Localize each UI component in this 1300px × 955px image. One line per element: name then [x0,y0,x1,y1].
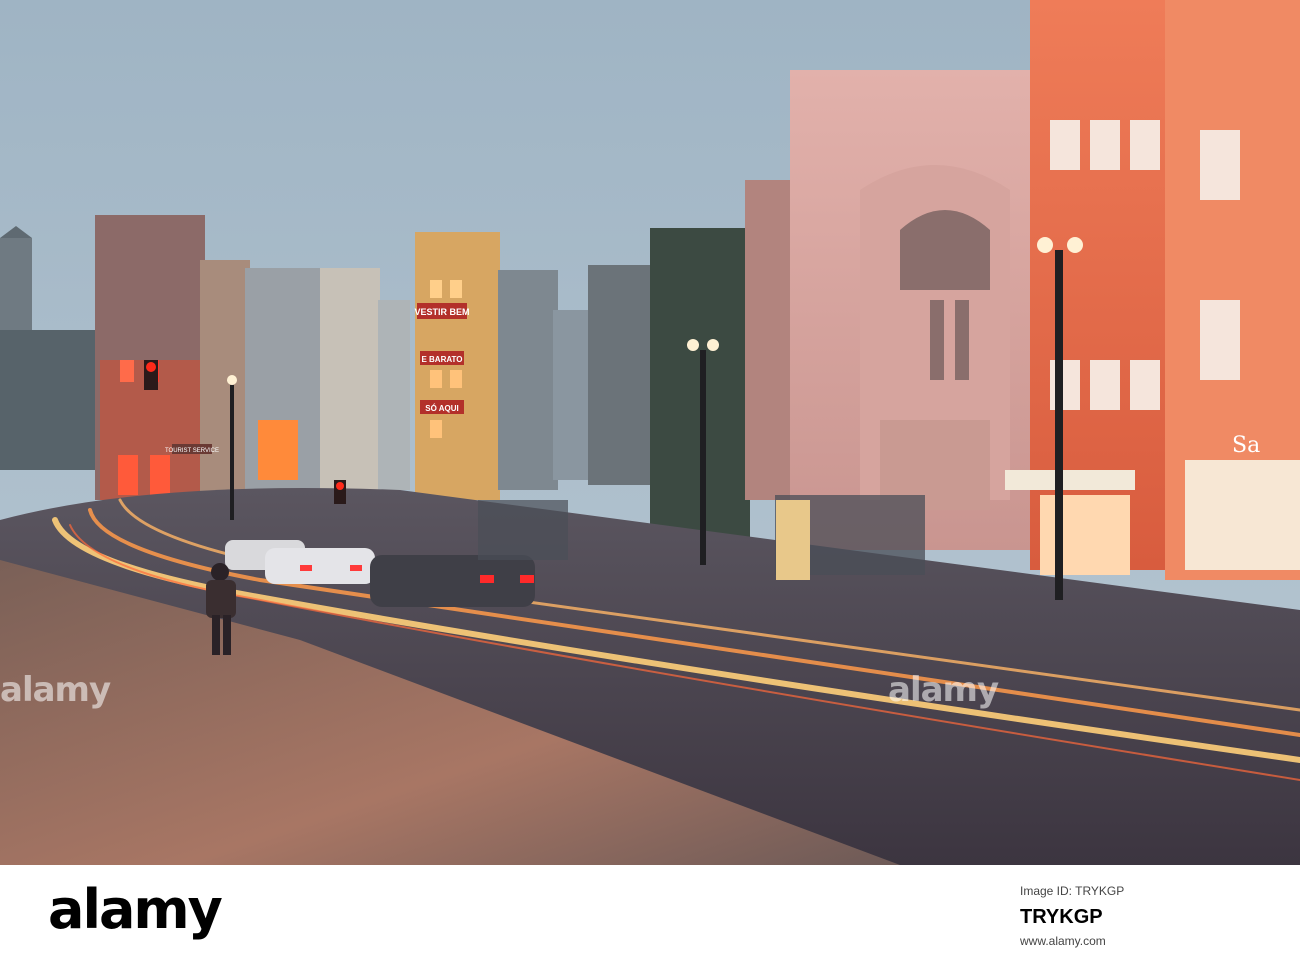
image-id-label: Image ID: TRYKGP [1020,884,1125,898]
sign-tourist-service: TOURIST SERVICE [165,448,219,454]
sign-e-barato: E BARATO [421,355,462,364]
image-id: TRYKGP [1020,906,1103,928]
sign-so-aqui: SÓ AQUI [425,404,458,413]
hill [0,330,100,470]
bank-sign: Sa [1232,433,1260,458]
orange-buildings: Sa [1005,0,1300,580]
watermark-right: alamy [888,670,999,710]
street-photo: VESTIR BEM E BARATO SÓ AQUI TOURIST SERV… [0,0,1300,865]
sign-vestir-bem: VESTIR BEM [414,307,469,317]
alamy-logo[interactable]: alamy [48,878,223,941]
site-url[interactable]: www.alamy.com [1020,934,1106,948]
watermark-left: alamy [0,670,111,710]
ornate-building [790,70,1040,550]
church-tower [0,226,32,348]
